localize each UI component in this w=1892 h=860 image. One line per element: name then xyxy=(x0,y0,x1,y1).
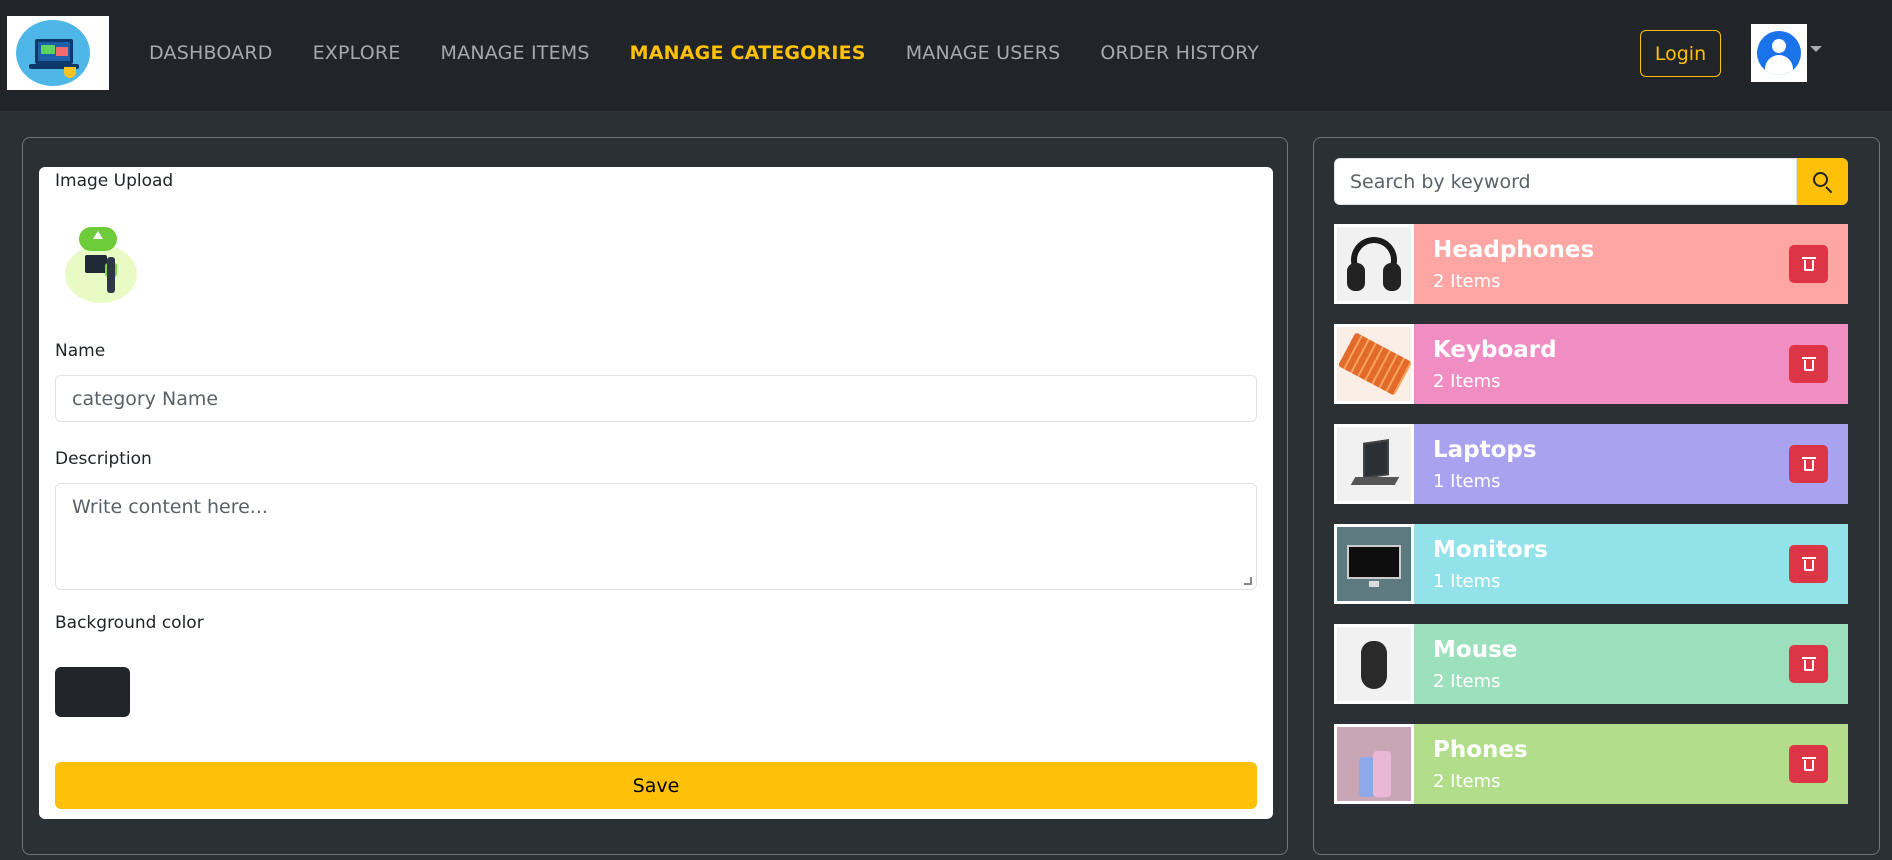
delete-category-button[interactable] xyxy=(1789,645,1828,683)
category-count: 2 Items xyxy=(1433,270,1501,292)
trash-icon xyxy=(1801,657,1816,671)
category-item-laptops[interactable]: Laptops 1 Items xyxy=(1334,424,1848,504)
category-name: Mouse xyxy=(1433,636,1518,663)
brand-logo[interactable] xyxy=(7,16,109,90)
search-icon xyxy=(1812,171,1833,193)
nav-item-manage-items[interactable]: MANAGE ITEMS xyxy=(441,42,590,64)
category-count: 1 Items xyxy=(1433,570,1501,592)
category-item-keyboard[interactable]: Keyboard 2 Items xyxy=(1334,324,1848,404)
cloud-upload-illustration-icon xyxy=(65,245,137,303)
delete-category-button[interactable] xyxy=(1789,745,1828,783)
caret-down-icon[interactable] xyxy=(1810,46,1822,52)
description-textarea[interactable]: Write content here... xyxy=(55,483,1257,590)
delete-category-button[interactable] xyxy=(1789,545,1828,583)
name-label: Name xyxy=(55,341,106,361)
laptop-shop-logo-icon xyxy=(16,20,90,86)
user-menu-toggle[interactable] xyxy=(1751,24,1807,82)
category-name: Keyboard xyxy=(1433,336,1557,363)
category-name: Monitors xyxy=(1433,536,1548,563)
resize-handle-icon[interactable] xyxy=(1244,577,1252,585)
category-count: 1 Items xyxy=(1433,470,1501,492)
delete-category-button[interactable] xyxy=(1789,445,1828,483)
search-placeholder: Search by keyword xyxy=(1350,170,1531,193)
trash-icon xyxy=(1801,457,1816,471)
nav-item-dashboard[interactable]: DASHBOARD xyxy=(149,42,273,64)
category-name: Phones xyxy=(1433,736,1528,763)
background-color-picker[interactable] xyxy=(55,667,130,717)
nav-item-manage-categories[interactable]: MANAGE CATEGORIES xyxy=(630,42,866,64)
category-name-placeholder: category Name xyxy=(72,387,219,410)
category-item-mouse[interactable]: Mouse 2 Items xyxy=(1334,624,1848,704)
trash-icon xyxy=(1801,557,1816,571)
category-item-headphones[interactable]: Headphones 2 Items xyxy=(1334,224,1848,304)
category-form: Image Upload Name category Name Descript… xyxy=(39,167,1273,819)
category-list: Headphones 2 Items Keyboard 2 Items Lapt… xyxy=(1334,224,1848,824)
login-button[interactable]: Login xyxy=(1640,30,1721,77)
nav-item-order-history[interactable]: ORDER HISTORY xyxy=(1100,42,1259,64)
laptop-thumbnail xyxy=(1334,424,1414,504)
trash-icon xyxy=(1801,357,1816,371)
nav-item-manage-users[interactable]: MANAGE USERS xyxy=(906,42,1061,64)
nav-item-explore[interactable]: EXPLORE xyxy=(313,42,401,64)
search-input[interactable]: Search by keyword xyxy=(1334,158,1797,205)
category-item-phones[interactable]: Phones 2 Items xyxy=(1334,724,1848,804)
keyboard-thumbnail xyxy=(1334,324,1414,404)
category-list-panel: Search by keyword Headphones 2 Items Key… xyxy=(1313,137,1880,855)
description-placeholder: Write content here... xyxy=(72,496,268,518)
category-form-panel: Image Upload Name category Name Descript… xyxy=(22,137,1288,855)
monitor-thumbnail xyxy=(1334,524,1414,604)
category-name: Headphones xyxy=(1433,236,1595,263)
mouse-thumbnail xyxy=(1334,624,1414,704)
save-button[interactable]: Save xyxy=(55,762,1257,809)
image-upload-label: Image Upload xyxy=(55,171,174,191)
search-bar: Search by keyword xyxy=(1334,158,1848,205)
search-button[interactable] xyxy=(1797,158,1848,205)
category-item-monitors[interactable]: Monitors 1 Items xyxy=(1334,524,1848,604)
category-name: Laptops xyxy=(1433,436,1537,463)
delete-category-button[interactable] xyxy=(1789,345,1828,383)
category-name-input[interactable]: category Name xyxy=(55,375,1257,422)
top-navbar: DASHBOARD EXPLORE MANAGE ITEMS MANAGE CA… xyxy=(0,0,1892,111)
image-upload-dropzone[interactable] xyxy=(65,223,137,303)
headphones-thumbnail xyxy=(1334,224,1414,304)
phones-thumbnail xyxy=(1334,724,1414,804)
category-count: 2 Items xyxy=(1433,370,1501,392)
trash-icon xyxy=(1801,257,1816,271)
delete-category-button[interactable] xyxy=(1789,245,1828,283)
nav-links: DASHBOARD EXPLORE MANAGE ITEMS MANAGE CA… xyxy=(149,42,1259,64)
description-label: Description xyxy=(55,449,152,469)
category-count: 2 Items xyxy=(1433,670,1501,692)
category-count: 2 Items xyxy=(1433,770,1501,792)
trash-icon xyxy=(1801,757,1816,771)
background-color-label: Background color xyxy=(55,613,204,633)
user-avatar-icon xyxy=(1757,31,1801,75)
